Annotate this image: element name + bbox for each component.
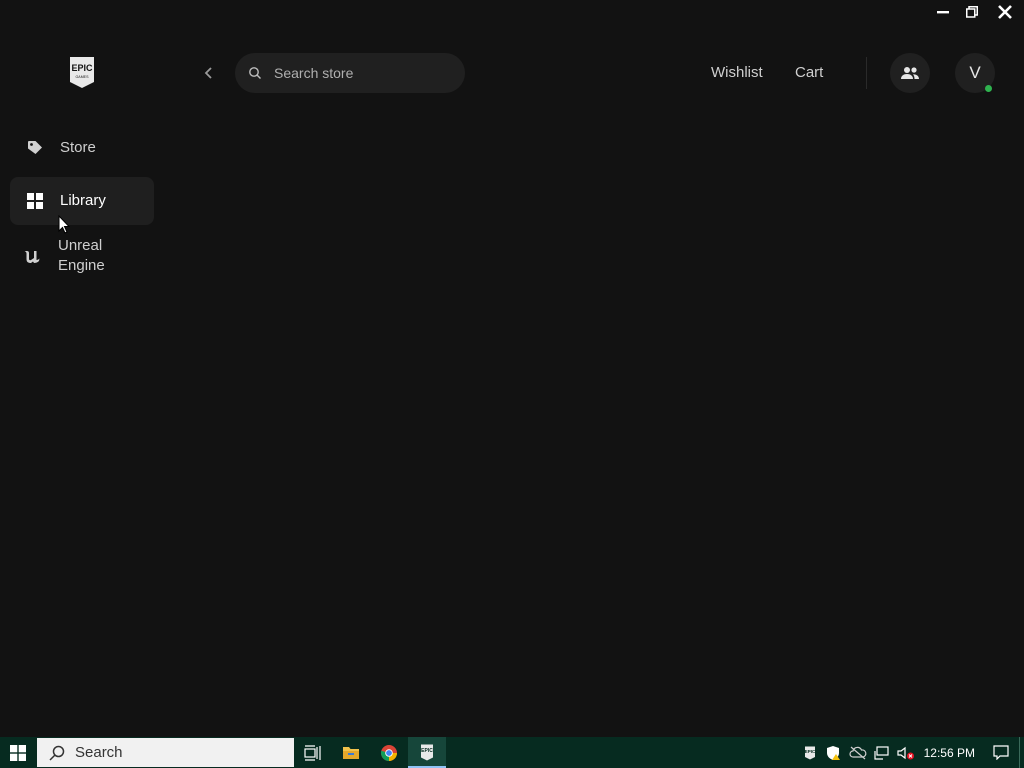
windows-icon — [10, 744, 26, 761]
svg-text:EPIC: EPIC — [71, 63, 93, 73]
window-controls — [928, 0, 1024, 24]
close-icon — [998, 5, 1012, 19]
sidebar-item-unreal-engine[interactable]: Unreal Engine — [10, 230, 154, 282]
taskbar-clock[interactable]: 12:56 PM — [918, 746, 983, 760]
header-divider — [866, 57, 867, 89]
grid-icon — [26, 192, 44, 210]
back-button[interactable] — [198, 62, 220, 84]
avatar-initial: V — [969, 63, 981, 82]
restore-button[interactable] — [957, 0, 986, 24]
svg-text:EPIC: EPIC — [421, 748, 433, 754]
store-search[interactable] — [235, 53, 465, 93]
svg-text:EPIC: EPIC — [804, 749, 815, 754]
wishlist-link[interactable]: Wishlist — [711, 64, 763, 81]
cloud-off-icon — [849, 746, 866, 759]
unreal-engine-icon — [24, 247, 42, 265]
file-explorer-icon — [343, 747, 359, 759]
taskbar-search-label: Search — [75, 744, 123, 761]
cart-link[interactable]: Cart — [795, 64, 823, 81]
tray-onedrive[interactable] — [846, 737, 870, 768]
sidebar-item-library[interactable]: Library — [10, 177, 154, 225]
minimize-button[interactable] — [928, 0, 957, 24]
task-view-button[interactable] — [294, 737, 332, 768]
sidebar: Store Library Unreal Engine — [10, 124, 154, 287]
friends-icon — [901, 67, 919, 79]
taskbar: Search EPIC EPIC 12:56 PM — [0, 737, 1024, 768]
system-tray: EPIC 12:56 PM — [798, 737, 1024, 768]
svg-text:GAMES: GAMES — [76, 75, 90, 79]
friends-button[interactable] — [890, 53, 930, 93]
epic-games-logo-icon: EPIC GAMES — [70, 57, 94, 88]
sidebar-item-label: Store — [60, 139, 96, 156]
epic-games-logo[interactable]: EPIC GAMES — [68, 56, 96, 89]
file-explorer-button[interactable] — [332, 737, 370, 768]
search-icon — [248, 66, 262, 80]
search-icon — [49, 745, 65, 761]
chevron-left-icon — [204, 67, 212, 79]
sidebar-item-label: Library — [60, 192, 106, 209]
show-desktop-button[interactable] — [1019, 737, 1024, 768]
search-input[interactable] — [274, 65, 444, 81]
volume-muted-icon — [897, 746, 914, 759]
epic-games-icon: EPIC — [421, 744, 433, 761]
mouse-cursor-icon — [58, 215, 70, 234]
task-view-icon — [304, 744, 321, 761]
taskbar-search[interactable]: Search — [37, 738, 294, 767]
notification-icon — [993, 745, 1009, 760]
restore-icon — [965, 6, 978, 18]
online-status-indicator — [985, 85, 992, 92]
tag-icon — [26, 139, 44, 157]
tray-volume[interactable] — [894, 737, 918, 768]
minimize-icon — [936, 11, 949, 14]
tray-security[interactable] — [822, 737, 846, 768]
action-center-button[interactable] — [983, 737, 1019, 768]
tray-network[interactable] — [870, 737, 894, 768]
epic-games-icon: EPIC — [804, 746, 816, 759]
sidebar-item-store[interactable]: Store — [10, 124, 154, 172]
sidebar-item-label: Unreal Engine — [58, 237, 105, 274]
chrome-button[interactable] — [370, 737, 408, 768]
epic-games-launcher-button[interactable]: EPIC — [408, 737, 446, 768]
close-button[interactable] — [986, 0, 1024, 24]
tray-epic-games[interactable]: EPIC — [798, 737, 822, 768]
start-button[interactable] — [0, 737, 36, 768]
network-icon — [874, 745, 889, 760]
shield-warning-icon — [826, 745, 840, 760]
chrome-icon — [381, 744, 397, 761]
